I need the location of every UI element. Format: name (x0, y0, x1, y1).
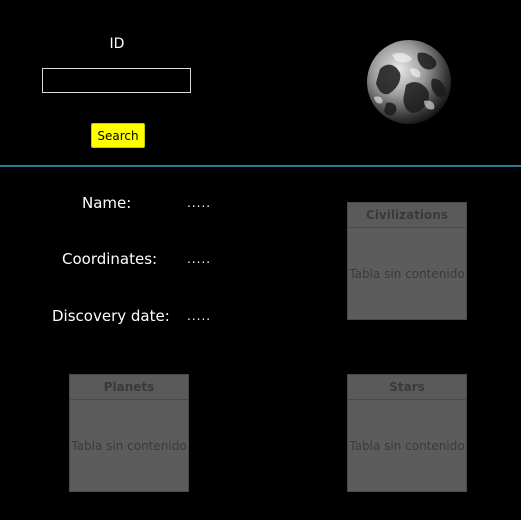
stars-table-empty-text: Tabla sin contenido (349, 439, 465, 453)
earth-globe-icon (367, 40, 451, 124)
search-button[interactable]: Search (91, 123, 145, 148)
id-label: ID (109, 36, 125, 52)
civilizations-table[interactable]: Civilizations Tabla sin contenido (347, 202, 467, 320)
civilizations-table-empty-text: Tabla sin contenido (349, 267, 465, 281)
name-value: ..... (187, 196, 212, 210)
section-divider (0, 165, 521, 167)
stars-table[interactable]: Stars Tabla sin contenido (347, 374, 467, 492)
name-label: Name: (82, 194, 132, 212)
coordinates-value: ..... (187, 252, 212, 266)
id-input[interactable] (42, 68, 191, 93)
stars-table-header[interactable]: Stars (348, 375, 466, 400)
discovery-date-value: ..... (187, 309, 212, 323)
planets-table-empty-text: Tabla sin contenido (71, 439, 187, 453)
planets-table-header[interactable]: Planets (70, 375, 188, 400)
coordinates-label: Coordinates: (62, 250, 158, 268)
discovery-date-label: Discovery date: (52, 307, 170, 325)
civilizations-table-header[interactable]: Civilizations (348, 203, 466, 228)
planets-table[interactable]: Planets Tabla sin contenido (69, 374, 189, 492)
